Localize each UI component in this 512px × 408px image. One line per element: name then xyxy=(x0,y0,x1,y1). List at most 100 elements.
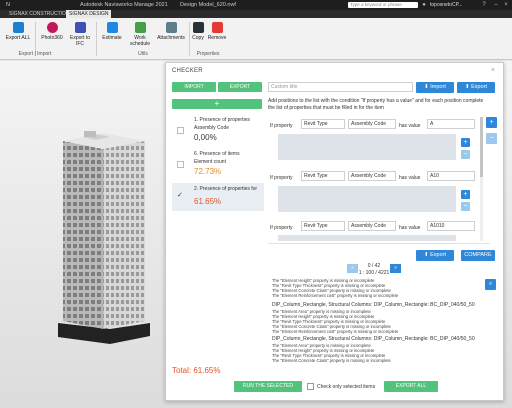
rule-category-select[interactable]: Revit Type xyxy=(301,119,345,129)
rule-operator: has value xyxy=(399,225,421,231)
rule-properties-box xyxy=(278,235,456,241)
ribbon: Export ALL Photo360 Export to IFC Estima… xyxy=(0,18,512,60)
checkmark-icon[interactable]: ✓ xyxy=(177,191,183,199)
help-icon[interactable]: ? xyxy=(480,1,488,9)
title-bar: N Autodesk Navisworks Manage 2021 Design… xyxy=(0,0,512,10)
search-results-button[interactable]: ⌕ xyxy=(485,279,496,290)
import-button[interactable]: IMPORT xyxy=(172,82,216,92)
check-item-selected[interactable]: ✓ 2. Presence of properties for 61.65% xyxy=(172,183,264,211)
group-utils: Utils xyxy=(138,51,148,57)
rule-if-label: If property xyxy=(270,225,293,231)
page-range: 1 : 100 / 4221 xyxy=(358,270,390,276)
results-list: The "Element Height" property is missing… xyxy=(272,278,482,373)
total-percent: Total: 61.65% xyxy=(172,366,221,375)
result-line: The "Element Concrete Class" property is… xyxy=(272,358,391,363)
check-item-name: 1. Presence of properties xyxy=(194,117,250,123)
rule-value-input[interactable]: A1010 xyxy=(427,221,475,231)
remove-property-button[interactable]: − xyxy=(461,202,470,211)
photo360-icon xyxy=(46,22,58,33)
check-item-checkbox[interactable] xyxy=(177,127,184,134)
add-property-button[interactable]: + xyxy=(461,190,470,199)
rule-value-input[interactable]: A10 xyxy=(427,171,475,181)
tab-signax-design[interactable]: SIGNAX DESIGN xyxy=(66,10,112,18)
remove-icon xyxy=(211,22,223,33)
result-line: The "Element Reinforcement cost" propert… xyxy=(272,293,399,298)
divider xyxy=(268,243,490,244)
tab-signax-construction[interactable]: SIGNAX CONSTRUCTION xyxy=(6,10,73,18)
result-element[interactable]: DIP_Column_Rectangle, Structural Columns… xyxy=(272,336,475,342)
group-export-import: Export | Import xyxy=(18,51,52,57)
check-item-name: 6. Presence of items xyxy=(194,151,240,157)
work-schedule-button[interactable]: Work schedule xyxy=(124,22,156,47)
attachments-button[interactable]: Attachments xyxy=(156,22,186,41)
estimate-button[interactable]: Estimate xyxy=(98,22,126,41)
export-all-button[interactable]: Export ALL xyxy=(4,22,32,41)
export-icon xyxy=(12,22,24,33)
check-item-percent: 72.73% xyxy=(194,167,222,176)
dialog-title: CHECKER xyxy=(172,68,203,74)
estimate-icon xyxy=(106,22,118,33)
add-check-button[interactable]: + xyxy=(172,99,262,109)
add-rule-button[interactable]: + xyxy=(486,117,497,128)
result-line: The "Element Reinforcement cost" propert… xyxy=(272,329,399,334)
building-model[interactable] xyxy=(0,61,170,408)
photo360-button[interactable]: Photo360 xyxy=(38,22,66,41)
export-results-button[interactable]: ⬆ Export xyxy=(416,250,454,261)
instructions-text: Add positions to the list with the condi… xyxy=(268,98,484,111)
rule-category-select[interactable]: Revit Type xyxy=(301,221,345,231)
add-property-button[interactable]: + xyxy=(461,138,470,147)
run-checks-button[interactable]: RUN THE SELECTED CHECKS xyxy=(234,381,302,400)
remove-property-button[interactable]: − xyxy=(461,150,470,159)
attachments-icon xyxy=(165,22,177,33)
minimize-icon[interactable]: – xyxy=(492,1,500,9)
group-properties: Properties xyxy=(196,51,220,57)
close-window-icon[interactable]: × xyxy=(502,1,510,9)
remove-rule-button[interactable]: − xyxy=(486,133,497,144)
user-name[interactable]: toposnetoCP... xyxy=(430,0,462,10)
rule-property-select[interactable]: Assembly Code xyxy=(348,221,396,231)
file-name: Design Model_620.nwf xyxy=(180,2,236,8)
check-item-name: 2. Presence of properties for xyxy=(194,186,258,192)
rule-property-select[interactable]: Assembly Code xyxy=(348,171,396,181)
rule-category-select[interactable]: Revit Type xyxy=(301,171,345,181)
close-icon[interactable]: × xyxy=(491,67,495,74)
user-icon[interactable]: ● xyxy=(420,1,428,9)
check-item[interactable]: 6. Presence of items Element count 72.73… xyxy=(172,149,262,179)
export-all-results-button[interactable]: EXPORT ALL RESULTS xyxy=(384,381,438,400)
custom-title-input[interactable]: Custom title xyxy=(268,82,413,92)
only-selected-label: Check only selected items xyxy=(317,384,376,390)
app-logo-icon: N xyxy=(6,2,10,8)
rule-property-select[interactable]: Assembly Code xyxy=(348,119,396,129)
rule-value-input[interactable]: A xyxy=(427,119,475,129)
app-name: Autodesk Navisworks Manage 2021 xyxy=(80,2,168,8)
import-right-button[interactable]: ⬇ Import xyxy=(416,82,454,93)
export-right-button[interactable]: ⬆ Export xyxy=(457,82,495,93)
search-input[interactable]: Type a keyword or phrase xyxy=(348,2,418,8)
rule-operator: has value xyxy=(399,175,421,181)
result-element[interactable]: DIP_Column_Rectangle, Structural Columns… xyxy=(272,302,475,308)
copy-icon xyxy=(192,22,204,33)
rule-if-label: If property xyxy=(270,123,293,129)
check-item-percent: 61.65% xyxy=(194,197,222,206)
schedule-icon xyxy=(134,22,146,33)
ribbon-tabs: SIGNAX CONSTRUCTION SIGNAX DESIGN xyxy=(0,10,512,18)
rules-scrollbar[interactable] xyxy=(480,117,483,241)
check-item[interactable]: 1. Presence of properties Assembly Code … xyxy=(172,115,262,145)
rule-if-label: If property xyxy=(270,175,293,181)
remove-button[interactable]: Remove xyxy=(205,22,229,41)
page-counter: 0 / 42 xyxy=(367,263,381,269)
checker-dialog: CHECKER × IMPORT EXPORT + 1. Presence of… xyxy=(165,62,504,401)
rule-properties-box xyxy=(278,186,456,212)
export-ifc-button[interactable]: Export to IFC xyxy=(66,22,94,47)
rule-operator: has value xyxy=(399,123,421,129)
check-item-subtitle: Assembly Code xyxy=(194,125,230,131)
ifc-icon xyxy=(74,22,86,33)
only-selected-checkbox[interactable] xyxy=(307,383,314,390)
rules-list: If property Revit Type Assembly Code has… xyxy=(268,117,486,241)
export-button[interactable]: EXPORT xyxy=(218,82,262,92)
check-item-checkbox[interactable] xyxy=(177,161,184,168)
checks-list: 1. Presence of properties Assembly Code … xyxy=(172,115,264,211)
check-item-percent: 0,00% xyxy=(194,133,217,142)
compare-button[interactable]: COMPARE xyxy=(461,250,495,261)
rule-properties-box xyxy=(278,134,456,160)
